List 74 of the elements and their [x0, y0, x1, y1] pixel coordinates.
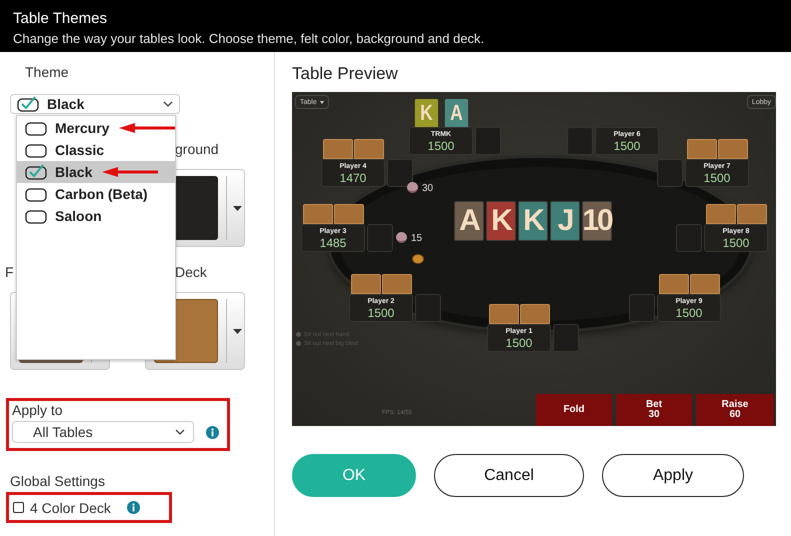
card-back — [354, 139, 384, 159]
theme-option[interactable]: Carbon (Beta) — [17, 183, 175, 205]
checkbox-icon — [25, 142, 49, 158]
dialog-button[interactable]: Cancel — [434, 454, 584, 497]
background-label: ground — [175, 141, 219, 157]
checkbox-icon — [25, 120, 49, 136]
seat-slot — [629, 294, 655, 322]
theme-option[interactable]: Mercury — [17, 117, 175, 139]
apply-to-label: Apply to — [12, 402, 63, 418]
playing-card: J — [550, 201, 580, 241]
seat-slot — [553, 324, 579, 352]
info-icon — [206, 426, 219, 438]
deck-label: Deck — [175, 264, 207, 280]
dialog-subtitle: Change the way your tables look. Choose theme, felt color, background and deck. — [13, 31, 486, 46]
global-settings-label: Global Settings — [10, 473, 105, 489]
dialog-title: Table Themes — [13, 10, 108, 27]
chip-stack-amount: 1500 — [704, 170, 730, 184]
four-color-deck-label: 4 Color Deck — [30, 500, 111, 516]
card-back — [718, 139, 748, 159]
chip-stack-amount: 1500 — [614, 138, 640, 152]
caret-down-icon — [320, 100, 324, 104]
apply-to-select[interactable]: All Tables — [12, 421, 194, 443]
arrow-icon — [119, 123, 176, 133]
caret-down-icon — [233, 206, 242, 210]
card-back — [736, 204, 766, 224]
playing-card: K — [486, 201, 516, 241]
radio-button[interactable] — [296, 332, 301, 337]
chip-stack-amount: 1500 — [428, 138, 454, 152]
chevron-down-icon — [163, 101, 173, 107]
checkbox[interactable] — [13, 502, 24, 513]
seat-slot — [367, 224, 393, 252]
playing-card: K — [518, 201, 548, 241]
bet-amount: 15 — [411, 233, 422, 244]
preview-title: Table Preview — [292, 64, 398, 84]
playing-card: K — [414, 99, 438, 127]
seat-slot — [387, 159, 413, 187]
action-button[interactable]: Raise 60 — [696, 394, 774, 426]
card-back — [520, 304, 550, 324]
seat-slot — [415, 294, 441, 322]
action-button[interactable]: Fold — [536, 394, 612, 426]
arrow-icon — [102, 167, 158, 177]
dialog-button[interactable]: Apply — [602, 454, 744, 497]
theme-label: Theme — [25, 64, 69, 80]
bet-amount: 30 — [422, 183, 434, 194]
theme-option[interactable]: Classic — [17, 139, 175, 161]
checkbox-icon — [25, 186, 49, 202]
info-icon — [126, 501, 140, 514]
seat-slot — [475, 127, 501, 155]
seat-slot — [657, 159, 683, 187]
chip-stack-amount: 1500 — [676, 306, 702, 320]
chip-stack-amount: 1500 — [722, 236, 750, 250]
checkbox-icon — [25, 208, 49, 224]
theme-select[interactable]: Black — [10, 94, 180, 114]
card-back — [382, 274, 412, 294]
caret-down-icon — [233, 328, 242, 334]
chip-stack-amount: 1500 — [506, 336, 532, 350]
playing-card: A — [444, 99, 468, 127]
card-back — [334, 204, 364, 224]
checkbox-checked-icon — [17, 96, 41, 112]
chip-stack-amount: 1470 — [340, 170, 366, 184]
card-back — [690, 274, 720, 294]
theme-option[interactable]: Black — [17, 161, 175, 183]
chip-stack-amount: 1500 — [368, 306, 394, 320]
felt-label: F — [5, 264, 14, 280]
checkbox-checked-icon — [25, 164, 49, 180]
chip-stack-amount: 1485 — [320, 236, 346, 250]
theme-option[interactable]: Saloon — [17, 205, 175, 227]
seat-slot — [676, 224, 702, 252]
playing-card: A — [454, 201, 484, 241]
chevron-down-icon — [175, 429, 185, 435]
radio-button[interactable] — [296, 341, 301, 346]
seat-slot — [567, 127, 593, 155]
playing-card: 10 — [582, 201, 612, 241]
action-button[interactable]: Bet 30 — [616, 394, 692, 426]
